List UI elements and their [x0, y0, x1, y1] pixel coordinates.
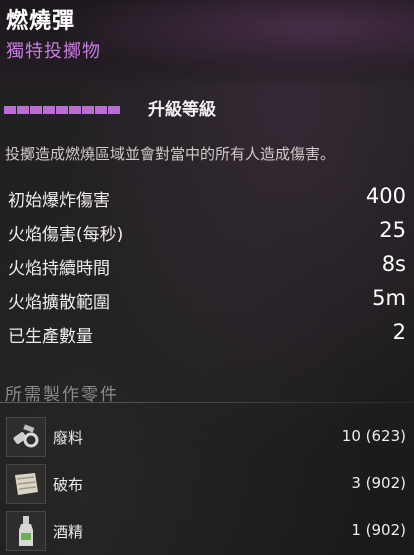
- upgrade-pip: [4, 106, 16, 114]
- stat-value: 25: [379, 218, 406, 242]
- material-name: 酒精: [53, 523, 84, 541]
- upgrade-pip: [17, 106, 29, 114]
- stat-value: 400: [365, 184, 406, 208]
- stat-row: 初始爆炸傷害 400: [0, 183, 414, 217]
- stat-label: 已生產數量: [8, 327, 93, 347]
- upgrade-pip: [95, 106, 107, 114]
- material-row: 廢料 10 (623): [0, 415, 414, 461]
- tooltip-header: 燃燒彈 獨特投擲物: [0, 0, 414, 88]
- material-count: 1 (902): [351, 521, 406, 539]
- upgrade-pip: [69, 106, 81, 114]
- upgrade-pip: [82, 106, 94, 114]
- material-count: 3 (902): [351, 474, 406, 492]
- upgrade-pip: [43, 106, 55, 114]
- divider: [0, 402, 414, 403]
- stat-value: 2: [392, 320, 406, 344]
- upgrade-pip: [108, 106, 120, 114]
- upgrade-pips: [4, 99, 121, 118]
- material-row: 破布 3 (902): [0, 462, 414, 508]
- stat-row: 火焰持續時間 8s: [0, 251, 414, 285]
- stat-label: 火焰持續時間: [8, 259, 110, 279]
- stat-label: 初始爆炸傷害: [8, 191, 110, 211]
- material-count: 10 (623): [341, 427, 406, 445]
- upgrade-level-row: 升級等級: [4, 95, 404, 120]
- stats-list: 初始爆炸傷害 400 火焰傷害(每秒) 25 火焰持續時間 8s 火焰擴散範圍 …: [0, 183, 414, 353]
- item-description: 投擲造成燃燒區域並會對當中的所有人造成傷害。: [5, 145, 336, 163]
- alcohol-bottle-icon: [6, 511, 46, 551]
- scrap-icon: [6, 417, 46, 457]
- material-name: 廢料: [53, 429, 84, 447]
- stat-label: 火焰傷害(每秒): [8, 225, 124, 245]
- stat-label: 火焰擴散範圍: [8, 293, 110, 313]
- rag-icon: [6, 464, 46, 504]
- material-row: 酒精 1 (902): [0, 509, 414, 555]
- stat-row: 火焰傷害(每秒) 25: [0, 217, 414, 251]
- stat-row: 已生產數量 2: [0, 319, 414, 353]
- stat-value: 5m: [372, 286, 406, 310]
- upgrade-level-label: 升級等級: [148, 100, 216, 120]
- item-name: 燃燒彈: [6, 9, 76, 34]
- stat-row: 火焰擴散範圍 5m: [0, 285, 414, 319]
- item-type: 獨特投擲物: [6, 41, 101, 62]
- material-name: 破布: [53, 476, 84, 494]
- item-tooltip-panel: 燃燒彈 獨特投擲物 升級等級 投擲造成燃燒區域並會對當中的所有人造成傷害。 初始…: [0, 0, 414, 555]
- upgrade-pip: [30, 106, 42, 114]
- stat-value: 8s: [381, 252, 406, 276]
- upgrade-pip: [56, 106, 68, 114]
